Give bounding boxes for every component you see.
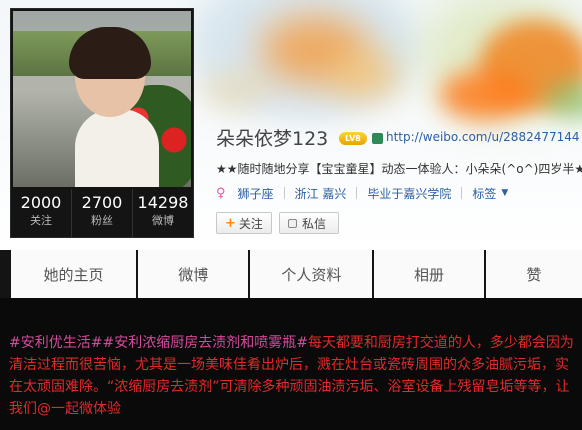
stat-number: 14298 bbox=[137, 193, 189, 212]
stat-label: 粉丝 bbox=[91, 214, 113, 227]
stat-followers[interactable]: 2700 粉丝 bbox=[72, 189, 133, 237]
cover-flower bbox=[330, 50, 400, 100]
profile-stats: 2000 关注 2700 粉丝 14298 微博 bbox=[11, 189, 193, 237]
meta-school[interactable]: 毕业于嘉兴学院 bbox=[367, 185, 451, 202]
level-badge[interactable]: LV8 bbox=[339, 132, 367, 145]
hashtag-link[interactable]: #安利优生活# bbox=[9, 335, 102, 351]
profile-tabs: 她的主页 微博 个人资料 相册 赞 bbox=[0, 250, 582, 298]
avatar-body bbox=[75, 109, 159, 187]
follow-button[interactable]: + 关注 bbox=[216, 212, 272, 234]
meta-tags[interactable]: 标签 bbox=[472, 185, 496, 202]
cover-blur bbox=[200, 70, 270, 110]
message-button-label: 私信 bbox=[302, 216, 327, 231]
profile-meta: ♀ 狮子座 浙江 嘉兴 毕业于嘉兴学院 标签 ▼ bbox=[216, 184, 508, 202]
stat-label: 微博 bbox=[152, 214, 174, 227]
divider bbox=[356, 187, 358, 199]
plus-icon: + bbox=[225, 215, 236, 231]
female-gender-icon: ♀ bbox=[216, 185, 226, 201]
meta-location[interactable]: 浙江 嘉兴 bbox=[295, 185, 347, 202]
stat-label: 关注 bbox=[30, 214, 52, 227]
stat-number: 2000 bbox=[20, 193, 62, 212]
profile-name: 朵朵依梦123 bbox=[216, 128, 329, 150]
link-icon bbox=[372, 133, 383, 144]
tab-album[interactable]: 相册 bbox=[374, 250, 484, 298]
profile-url[interactable]: http://weibo.com/u/2882477144 bbox=[386, 130, 580, 144]
profile-cover: 2000 关注 2700 粉丝 14298 微博 朵朵依梦123 LV8 htt… bbox=[0, 0, 582, 250]
hashtag-link[interactable]: #安利浓缩厨房去渍剂和喷雾瓶# bbox=[102, 335, 307, 351]
meta-zodiac[interactable]: 狮子座 bbox=[238, 185, 274, 202]
post-text: #安利优生活##安利浓缩厨房去渍剂和喷雾瓶#每天都要和厨房打交道的人，多少都会因… bbox=[9, 332, 577, 420]
message-button[interactable]: 私信 bbox=[279, 212, 339, 234]
tab-home[interactable]: 她的主页 bbox=[11, 250, 137, 298]
cover-flower bbox=[440, 70, 530, 120]
avatar-card: 2000 关注 2700 粉丝 14298 微博 bbox=[10, 8, 194, 238]
tab-profile-info[interactable]: 个人资料 bbox=[250, 250, 373, 298]
divider bbox=[461, 187, 463, 199]
tab-weibo[interactable]: 微博 bbox=[138, 250, 249, 298]
tab-likes[interactable]: 赞 bbox=[485, 250, 582, 298]
message-icon bbox=[288, 218, 297, 228]
chevron-down-icon[interactable]: ▼ bbox=[501, 188, 508, 198]
stat-number: 2700 bbox=[81, 193, 123, 212]
stat-posts[interactable]: 14298 微博 bbox=[133, 189, 193, 237]
divider bbox=[283, 187, 285, 199]
stat-following[interactable]: 2000 关注 bbox=[11, 189, 72, 237]
avatar[interactable] bbox=[13, 11, 191, 187]
profile-description: ★★随时随地分享【宝宝童星】动态一体验人：小朵朵(^o^)四岁半★★ bbox=[216, 162, 582, 176]
follow-button-label: 关注 bbox=[238, 216, 263, 231]
